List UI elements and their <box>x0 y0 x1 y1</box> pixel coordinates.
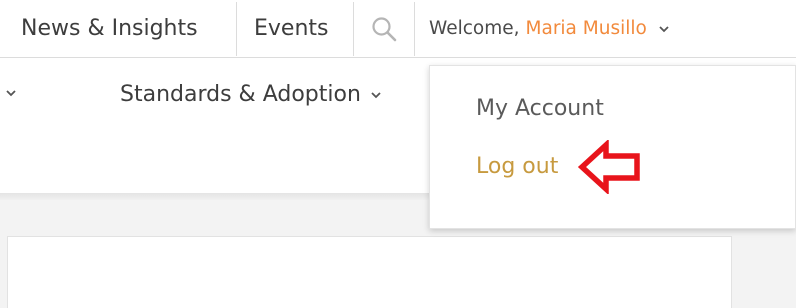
welcome-label: Welcome, <box>429 18 520 39</box>
nav-standards-adoption[interactable]: Standards & Adoption <box>120 82 383 107</box>
nav-previous-dropdown[interactable] <box>4 86 18 100</box>
divider <box>236 2 237 56</box>
nav-news-insights[interactable]: News & Insights <box>21 0 198 57</box>
account-menu-toggle[interactable]: Welcome, Maria Musillo <box>429 0 671 57</box>
chevron-down-icon <box>6 90 16 97</box>
menu-item-log-out[interactable]: Log out <box>476 154 558 179</box>
search-button[interactable] <box>368 0 400 57</box>
nav-events[interactable]: Events <box>254 0 329 57</box>
page: News & Insights Events Welcome, Maria Mu… <box>0 0 796 308</box>
chevron-down-icon <box>371 91 381 98</box>
content-card <box>7 236 732 308</box>
menu-item-my-account-label: My Account <box>476 96 604 121</box>
top-utility-bar: News & Insights Events Welcome, Maria Mu… <box>0 0 796 58</box>
chevron-down-icon <box>659 25 669 32</box>
search-icon <box>372 16 397 41</box>
divider <box>353 2 354 56</box>
menu-item-log-out-label: Log out <box>476 154 559 179</box>
arrow-left-icon <box>578 140 640 194</box>
divider <box>414 2 415 56</box>
user-name: Maria Musillo <box>525 18 647 39</box>
nav-events-label: Events <box>254 16 329 41</box>
menu-item-my-account[interactable]: My Account <box>476 96 604 121</box>
nav-standards-adoption-label: Standards & Adoption <box>120 82 361 107</box>
nav-news-insights-label: News & Insights <box>21 16 198 41</box>
